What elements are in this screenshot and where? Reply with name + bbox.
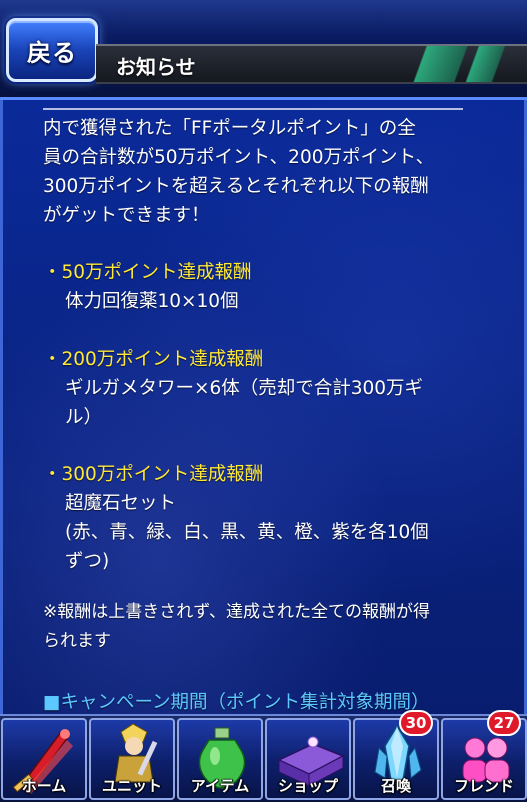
notice-content[interactable]: 内で獲得された「FFポータルポイント」の全 員の合計数が50万ポイント、200万…: [0, 100, 527, 714]
reward-300-title: ・300万ポイント達成報酬: [43, 464, 264, 485]
page-title: お知らせ: [116, 55, 196, 79]
nav-item-label: アイテム: [190, 777, 250, 795]
nav-shop[interactable]: ショップ: [265, 718, 351, 800]
summon-count-badge: 30: [399, 710, 433, 736]
reward-300-detail: 超魔石セット: [65, 493, 177, 514]
nav-home[interactable]: ホーム: [1, 718, 87, 800]
title-bar: お知らせ: [96, 44, 527, 84]
bottom-nav: ホーム ユニット アイテム ショップ 召喚 30 フレンド 27: [0, 710, 527, 800]
reward-300-detail: (赤、青、緑、白、黒、黄、橙、紫を各10個: [65, 522, 429, 543]
intro-line: がゲットできます！: [43, 205, 210, 226]
nav-unit[interactable]: ユニット: [89, 718, 175, 800]
nav-shop-label: ショップ: [277, 777, 338, 795]
note-paragraph: ※報酬は上書きされず、達成された全ての報酬が得 られます: [43, 598, 513, 656]
nav-summon-label: 召喚: [380, 777, 411, 795]
reward-50-detail: 体力回復薬10×10個: [65, 291, 239, 312]
nav-friend[interactable]: フレンド 27: [441, 710, 527, 800]
intro-line: 300万ポイントを超えるとそれぞれ以下の報酬: [43, 176, 429, 197]
intro-paragraph: 内で獲得された「FFポータルポイント」の全 員の合計数が50万ポイント、200万…: [43, 114, 513, 230]
reward-200-detail: ギルガメタワー×6体（売却で合計300万ギ: [65, 378, 424, 399]
nav-friend-label: フレンド: [453, 777, 514, 795]
reward-300-detail: ずつ): [65, 551, 110, 572]
cut-off-text-line: [43, 100, 463, 110]
reward-200-detail: ル）: [65, 407, 103, 428]
nav-home-label: ホーム: [21, 777, 67, 795]
note-line: ※報酬は上書きされず、達成された全ての報酬が得: [43, 602, 431, 622]
reward-50-title: ・50万ポイント達成報酬: [43, 262, 252, 283]
nav-summon[interactable]: 召喚 30: [353, 710, 439, 800]
note-line: られます: [43, 631, 111, 651]
reward-200-title: ・200万ポイント達成報酬: [43, 349, 264, 370]
friend-count-badge: 27: [487, 710, 521, 736]
nav-item[interactable]: アイテム: [177, 718, 263, 800]
reward-300-section: ・300万ポイント達成報酬 超魔石セット (赤、青、緑、白、黒、黄、橙、紫を各1…: [43, 460, 513, 576]
reward-200-section: ・200万ポイント達成報酬 ギルガメタワー×6体（売却で合計300万ギ ル）: [43, 345, 513, 432]
intro-line: 員の合計数が50万ポイント、200万ポイント、: [43, 147, 435, 168]
back-button[interactable]: 戻る: [6, 18, 98, 82]
header-bar: 戻る お知らせ: [0, 0, 527, 100]
back-button-label: 戻る: [27, 38, 77, 67]
nav-unit-label: ユニット: [101, 777, 162, 795]
intro-line: 内で獲得された「FFポータルポイント」の全: [43, 118, 416, 139]
reward-50-section: ・50万ポイント達成報酬 体力回復薬10×10個: [43, 258, 513, 316]
campaign-heading: ■キャンペーン期間（ポイント集計対象期間）: [43, 692, 430, 713]
